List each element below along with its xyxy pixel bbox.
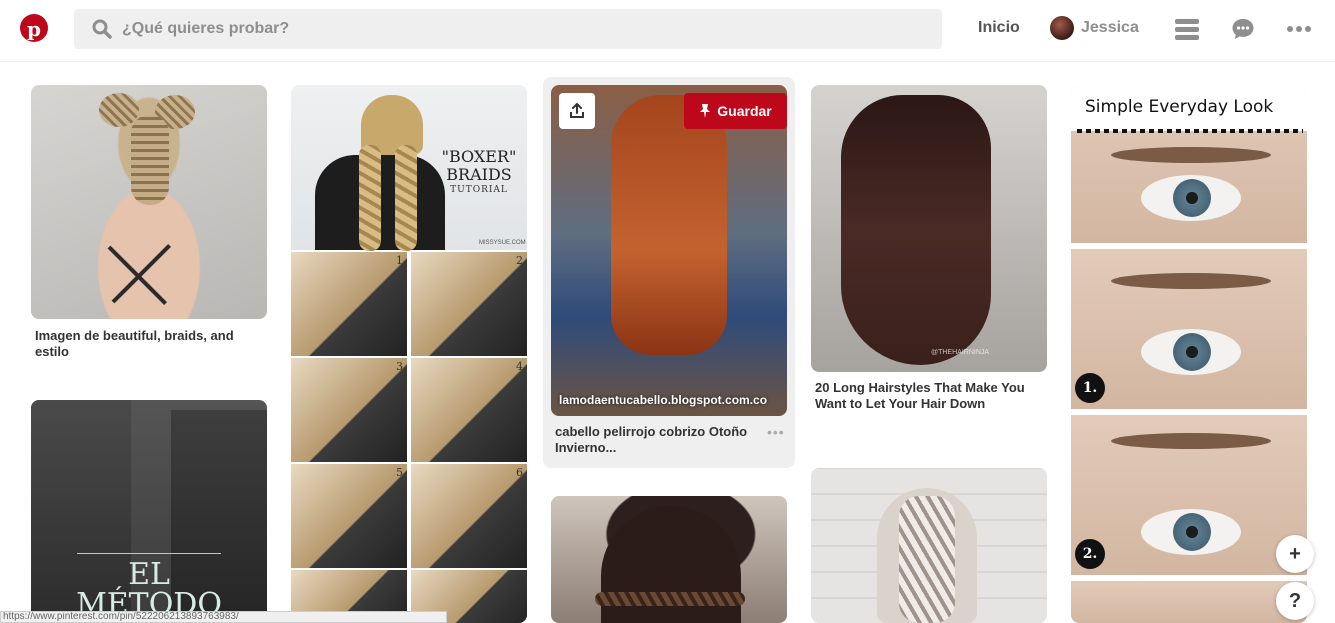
step-image: 1	[291, 252, 407, 356]
image-text-el: EL	[128, 557, 170, 592]
red-hair	[611, 95, 727, 355]
help-button[interactable]: ?	[1276, 582, 1314, 620]
avatar	[1050, 16, 1074, 40]
eye-step-panel	[1071, 581, 1307, 623]
strap	[111, 244, 171, 304]
pin-image-simple-everyday-look[interactable]: Simple Everyday Look 1. 2.	[1071, 85, 1307, 623]
image-text-tutorial: TUTORIAL	[450, 185, 508, 195]
pin-image-braided-crown[interactable]	[551, 496, 787, 623]
eye-step-panel: Simple Everyday Look	[1071, 85, 1307, 243]
add-pin-button[interactable]: +	[1276, 535, 1314, 573]
pin-icon	[700, 104, 711, 118]
dotted-line	[1077, 129, 1303, 133]
step-badge: 2.	[1075, 539, 1105, 569]
pin-image-platinum-braid[interactable]	[811, 468, 1047, 623]
eye	[1141, 175, 1241, 221]
braided-band	[595, 592, 745, 606]
step-number: 2	[516, 254, 523, 267]
pinterest-logo[interactable]: p	[20, 14, 48, 42]
step-image: 3	[291, 358, 407, 462]
iris	[1173, 179, 1211, 217]
step-number: 8	[516, 572, 523, 585]
step-number: 6	[516, 466, 523, 479]
step-number: 1	[396, 254, 403, 267]
iris	[1173, 333, 1211, 371]
braid-center	[131, 115, 169, 205]
watermark: MISSYSUE.COM	[479, 240, 526, 246]
pin-title[interactable]: 20 Long Hairstyles That Make You Want to…	[815, 380, 1035, 412]
braid-right	[395, 145, 417, 251]
pin-image-red-hair[interactable]: Guardar lamodaentucabello.blogspot.com.c…	[551, 85, 787, 416]
step-image: 4	[411, 358, 527, 462]
pin-image-el-metodo[interactable]: EL MÉTODO	[31, 400, 267, 623]
step-number: 3	[396, 360, 403, 373]
image-text-boxer: "BOXER"	[441, 147, 517, 166]
more-options-icon[interactable]	[1286, 16, 1312, 42]
braid	[899, 496, 955, 623]
step-image: 5	[291, 464, 407, 568]
eyebrow	[1111, 433, 1271, 449]
eye-step-panel: 2.	[1071, 415, 1307, 575]
hair-bun-left	[99, 93, 139, 127]
image-text-braids: BRAIDS	[446, 165, 512, 184]
save-label: Guardar	[717, 103, 772, 119]
step-number: 5	[396, 466, 403, 479]
image-title: Simple Everyday Look	[1071, 85, 1307, 131]
share-button[interactable]	[559, 93, 595, 129]
pin-more-options-icon[interactable]: •••	[767, 424, 785, 440]
pin-image-long-hairstyles[interactable]: @THEHAIRNINJA	[811, 85, 1047, 372]
image-source-caption: lamodaentucabello.blogspot.com.co	[559, 393, 768, 407]
boxer-braids-cover: "BOXER" BRAIDS TUTORIAL MISSYSUE.COM	[291, 85, 527, 251]
divider-line	[77, 553, 221, 554]
step-badge: 1.	[1075, 373, 1105, 403]
pin-title[interactable]: cabello pelirrojo cobrizo Otoño Invierno…	[555, 424, 755, 456]
search-bar[interactable]	[74, 9, 942, 49]
step-image: 2	[411, 252, 527, 356]
pin-image-braids-buns[interactable]	[31, 85, 267, 319]
save-button[interactable]: Guardar	[684, 93, 787, 129]
search-input[interactable]	[122, 9, 902, 49]
eye	[1141, 509, 1241, 555]
braid-left	[359, 145, 381, 251]
watermark: @THEHAIRNINJA	[931, 349, 990, 356]
eye	[1141, 329, 1241, 375]
eye-step-panel: 1.	[1071, 249, 1307, 409]
brown-hair	[841, 95, 991, 365]
eyebrow	[1111, 147, 1271, 163]
nav-user-profile[interactable]: Jessica	[1050, 16, 1139, 40]
status-bar-url: https://www.pinterest.com/pin/5222062138…	[0, 611, 447, 623]
logo-letter: p	[27, 16, 41, 41]
messages-icon[interactable]	[1230, 16, 1256, 42]
pin-title[interactable]: Imagen de beautiful, braids, and estilo	[35, 328, 260, 360]
eyebrow	[1111, 273, 1271, 289]
step-image: 6	[411, 464, 527, 568]
user-name: Jessica	[1081, 19, 1139, 36]
menu-icon[interactable]	[1174, 16, 1200, 42]
nav-home-link[interactable]: Inicio	[978, 19, 1020, 37]
pin-image-boxer-braids[interactable]: "BOXER" BRAIDS TUTORIAL MISSYSUE.COM 1 2…	[291, 85, 527, 623]
step-number: 4	[516, 360, 523, 373]
search-icon	[82, 9, 122, 49]
share-icon	[570, 103, 584, 118]
top-nav-bar: p Inicio Jessica	[0, 0, 1335, 62]
iris	[1173, 513, 1211, 551]
step-number: 7	[396, 572, 403, 585]
